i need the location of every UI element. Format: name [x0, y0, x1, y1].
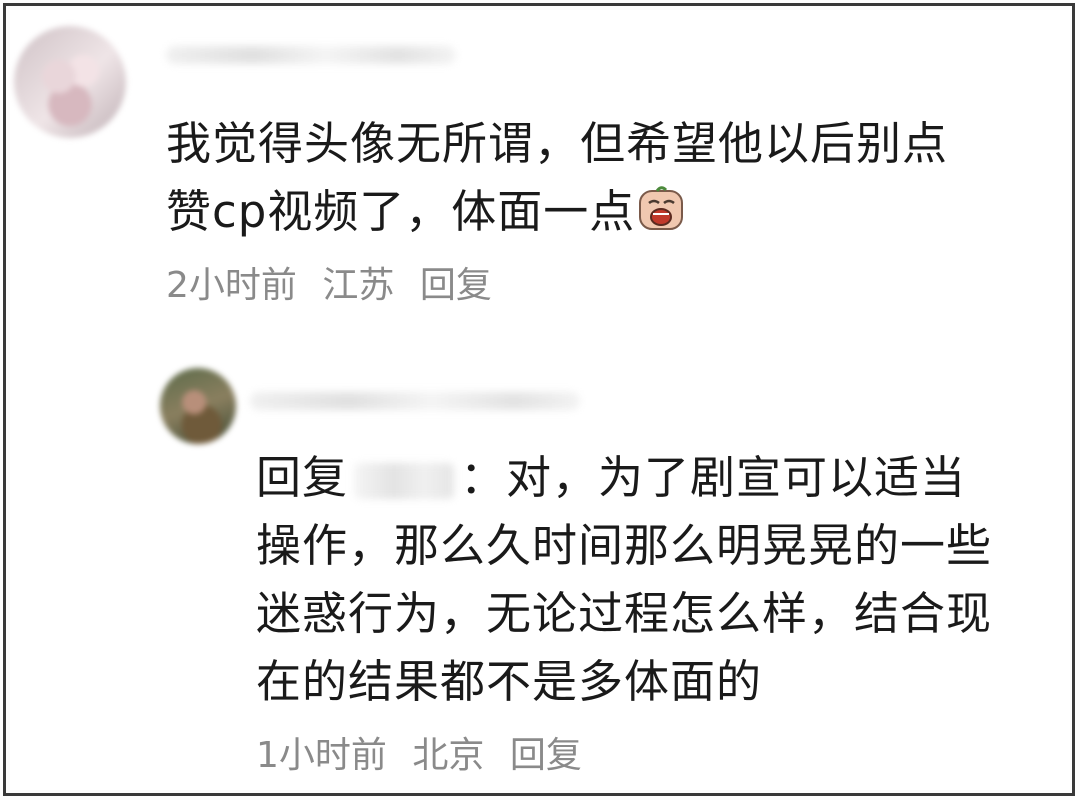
comment-line: 我觉得头像无所谓，但希望他以后别点: [166, 117, 949, 170]
comment-line-text: 赞cp视频了，体面一点: [166, 185, 636, 238]
avatar[interactable]: [14, 26, 126, 138]
comment-line: 在的结果都不是多体面的: [256, 655, 763, 708]
username-blurred[interactable]: [166, 46, 456, 64]
timestamp: 1小时前: [256, 735, 387, 776]
comment-line: 迷惑行为，无论过程怎么样，结合现: [256, 587, 993, 640]
reply-meta: 1小时前 北京 回复: [256, 734, 596, 778]
reply-button[interactable]: 回复: [420, 265, 492, 306]
reply-prefix: 回复: [256, 451, 349, 504]
reply-button[interactable]: 回复: [510, 735, 582, 776]
reply-line-text: ：对，为了剧宣可以适当: [460, 451, 967, 504]
username-blurred[interactable]: [250, 392, 580, 410]
location: 北京: [412, 735, 485, 776]
location: 江苏: [322, 265, 395, 306]
reply-text: 回复 ：对，为了剧宣可以适当 操作，那么久时间那么明晃晃的一些 迷惑行为，无论过程…: [256, 444, 1066, 716]
timestamp: 2小时前: [166, 265, 297, 306]
comment-panel: 我觉得头像无所谓，但希望他以后别点 赞cp视频了，体面一点 2小时前 江苏 回复…: [3, 3, 1075, 796]
comment-line: 操作，那么久时间那么明晃晃的一些: [256, 519, 993, 572]
comment-meta: 2小时前 江苏 回复: [166, 264, 506, 308]
avatar[interactable]: [160, 368, 236, 444]
crying-face-sticker-icon: [639, 186, 684, 230]
comment-text: 我觉得头像无所谓，但希望他以后别点 赞cp视频了，体面一点: [166, 110, 1046, 246]
comment-line: 回复 ：对，为了剧宣可以适当: [256, 444, 1066, 512]
comment-line: 赞cp视频了，体面一点: [166, 178, 1046, 246]
mention-blurred[interactable]: [354, 463, 455, 499]
